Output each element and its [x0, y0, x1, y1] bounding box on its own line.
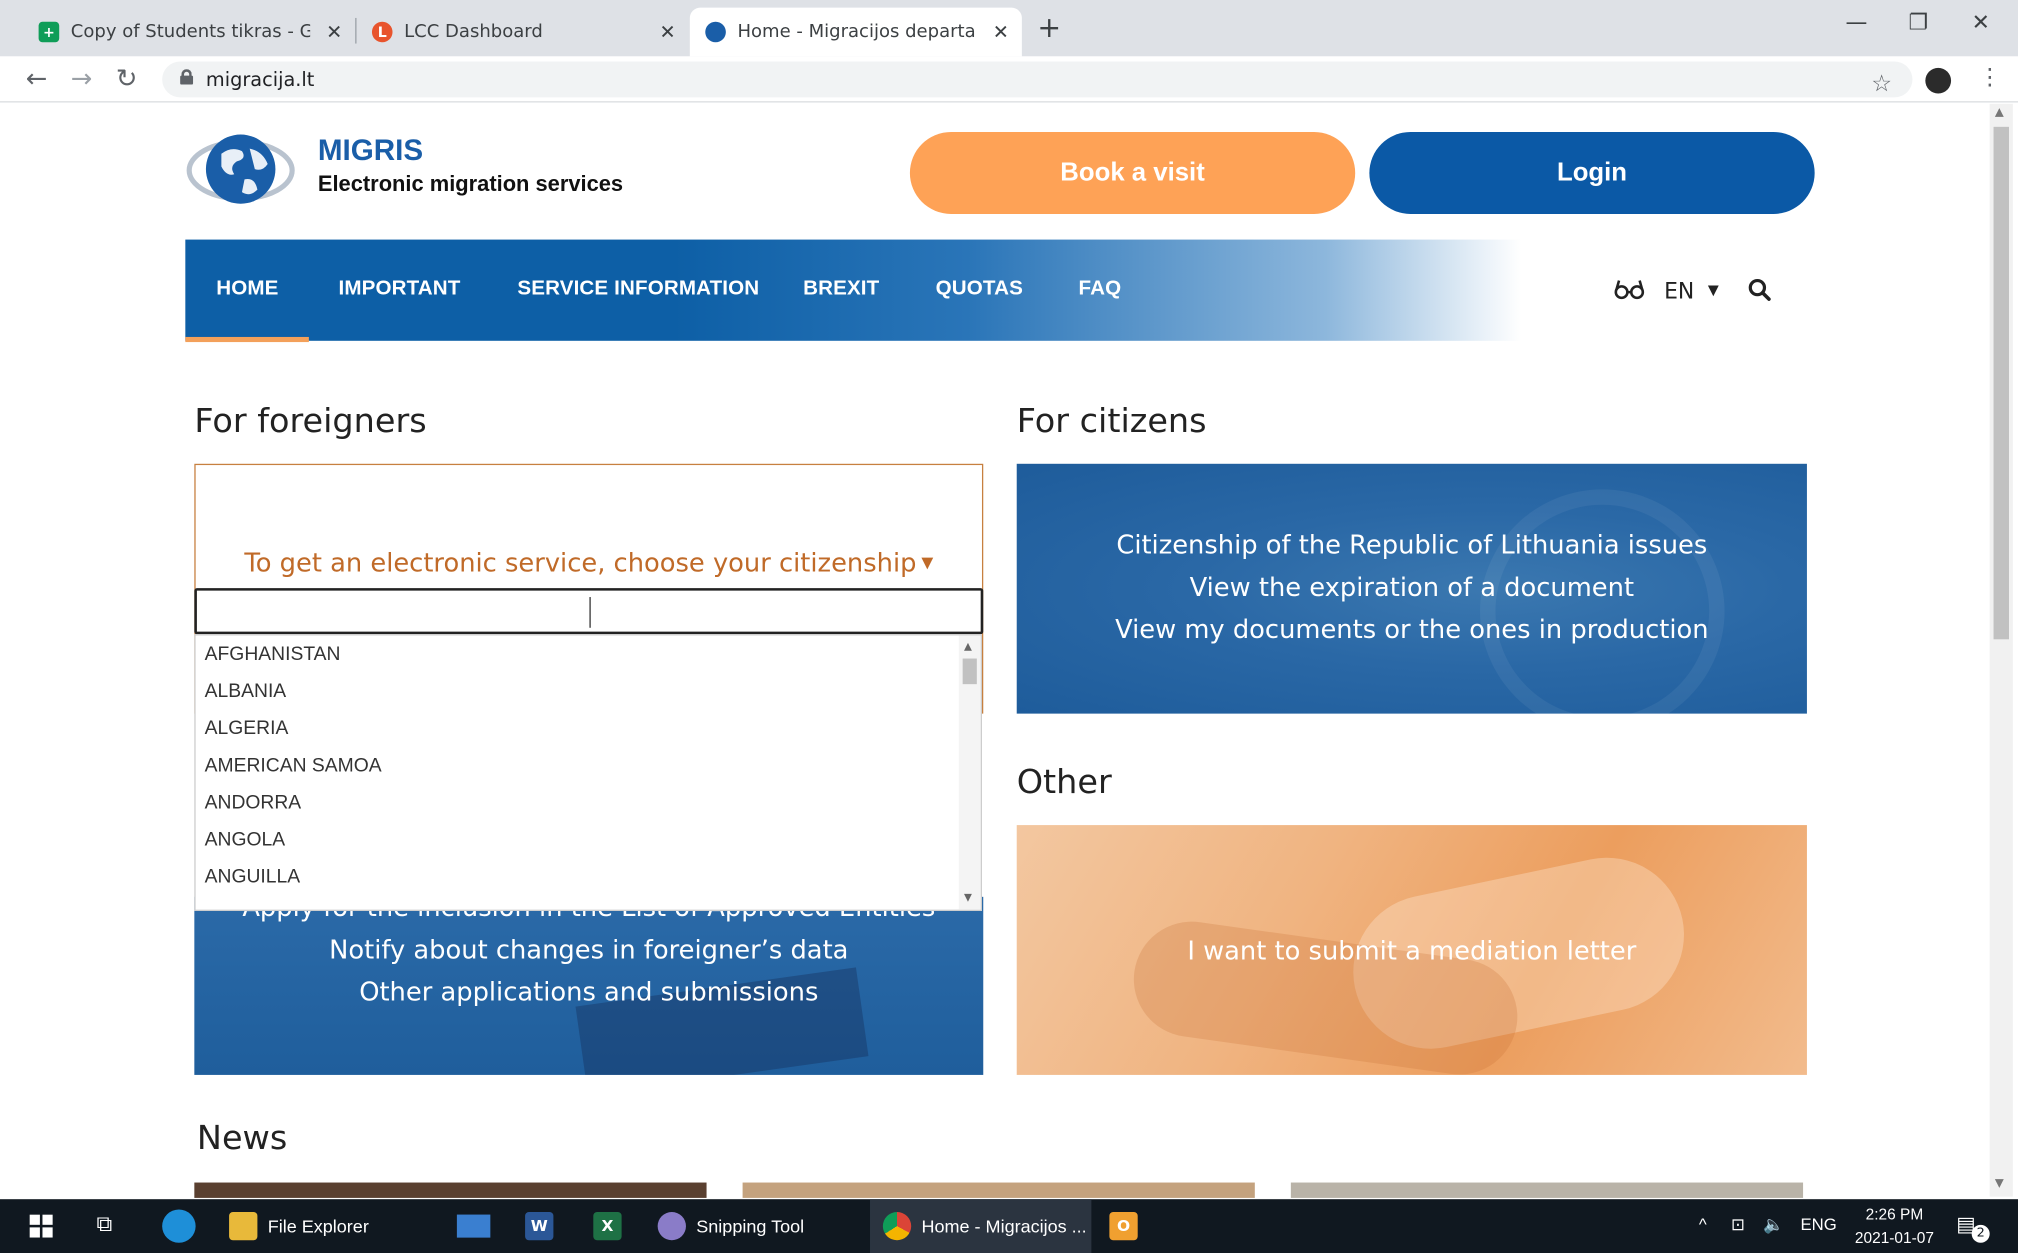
country-option[interactable]: AFGHANISTAN — [205, 643, 341, 665]
country-option[interactable]: ALGERIA — [205, 717, 289, 739]
migris-logo-icon[interactable] — [185, 131, 296, 208]
excel-icon[interactable]: X — [593, 1212, 622, 1241]
outlook-icon[interactable]: O — [1109, 1212, 1138, 1241]
country-option[interactable]: ANDORRA — [205, 792, 302, 814]
dropdown-scroll-thumb[interactable] — [962, 658, 977, 685]
tab-lcc-dashboard[interactable]: L LCC Dashboard ✕ — [356, 8, 688, 57]
back-icon[interactable]: ← — [26, 63, 48, 94]
citizenship-prompt[interactable]: To get an electronic service, choose you… — [196, 547, 982, 578]
close-icon[interactable]: ✕ — [993, 20, 1009, 43]
tray-chevron-up-icon[interactable]: ^ — [1699, 1215, 1707, 1234]
taskbar-clock[interactable]: 2:26 PM 2021-01-07 — [1848, 1203, 1941, 1249]
migris-icon — [705, 21, 726, 43]
citizen-link-citizenship[interactable]: Citizenship of the Republic of Lithuania… — [1017, 529, 1807, 560]
tab-google-sheets[interactable]: + Copy of Students tikras - Google ✕ — [23, 8, 355, 57]
close-icon[interactable]: ✕ — [326, 20, 342, 43]
foreigner-services-panel: Apply for the inclusion in the List of A… — [194, 896, 984, 1075]
lock-icon — [180, 69, 194, 85]
bookmark-star-icon[interactable]: ☆ — [1871, 70, 1892, 97]
notification-count: 2 — [1971, 1224, 1990, 1243]
citizenship-dropdown[interactable]: AFGHANISTAN ALBANIA ALGERIA AMERICAN SAM… — [194, 634, 982, 911]
tab-migracija[interactable]: Home - Migracijos departamenta ✕ — [689, 7, 1022, 57]
dropdown-scrollbar[interactable]: ▲ ▼ — [958, 635, 981, 910]
citizenship-search-input[interactable] — [194, 588, 984, 635]
mediation-letter-link[interactable]: I want to submit a mediation letter — [1017, 935, 1807, 966]
url-text[interactable]: migracija.lt — [206, 68, 314, 91]
sheets-icon: + — [38, 21, 60, 43]
window-close-icon[interactable]: ✕ — [1972, 10, 1990, 36]
brand-tagline: Electronic migration services — [317, 171, 624, 197]
minimize-icon[interactable]: — — [1846, 10, 1868, 36]
news-thumbnail[interactable] — [1290, 1182, 1804, 1198]
task-view-icon[interactable]: ⧉ — [97, 1212, 113, 1238]
login-button[interactable]: Login — [1369, 131, 1815, 214]
edge-icon[interactable] — [162, 1209, 196, 1243]
nav-home[interactable]: HOME — [185, 278, 311, 343]
address-bar[interactable]: migracija.lt ☆ — [162, 61, 1913, 98]
menu-kebab-icon[interactable]: ⋮ — [1978, 64, 2001, 91]
browser-tabstrip: + Copy of Students tikras - Google ✕ L L… — [0, 0, 2018, 57]
page-scrollbar[interactable]: ▲ ▼ — [1989, 103, 2013, 1197]
forward-icon[interactable]: → — [71, 63, 93, 94]
lcc-icon: L — [371, 21, 393, 43]
windows-taskbar: ⧉ File Explorer W X Snipping Tool Home -… — [0, 1199, 2018, 1253]
folder-icon — [229, 1212, 258, 1241]
taskbar-file-explorer[interactable]: File Explorer — [229, 1199, 435, 1253]
restore-icon[interactable]: ❐ — [1909, 10, 1929, 36]
taskbar-snipping-tool[interactable]: Snipping Tool — [657, 1199, 864, 1253]
citizens-panel: Citizenship of the Republic of Lithuania… — [1016, 463, 1807, 714]
reload-icon[interactable]: ↻ — [116, 63, 138, 94]
scroll-up-icon[interactable]: ▲ — [1995, 106, 2004, 119]
language-selector[interactable]: EN — [1664, 279, 1694, 305]
mail-icon[interactable] — [456, 1214, 491, 1238]
country-option[interactable]: ANGUILLA — [205, 866, 300, 888]
new-tab-icon[interactable]: + — [1037, 13, 1061, 45]
taskbar-chrome[interactable]: Home - Migracijos ... — [870, 1199, 1092, 1253]
scroll-down-icon[interactable]: ▼ — [1995, 1177, 2004, 1190]
text-cursor — [589, 597, 591, 628]
network-icon[interactable]: ⊡ — [1731, 1215, 1745, 1235]
profile-avatar[interactable] — [1925, 67, 1952, 94]
nav-faq[interactable]: FAQ — [1078, 278, 1121, 301]
tab-title: LCC Dashboard — [404, 21, 543, 43]
nav-service-information[interactable]: SERVICE INFORMATION — [517, 278, 759, 301]
scissors-icon — [657, 1212, 686, 1241]
citizens-title: For citizens — [1016, 402, 1207, 441]
citizen-link-expiration[interactable]: View the expiration of a document — [1017, 571, 1807, 602]
news-thumbnail[interactable] — [742, 1182, 1255, 1198]
close-icon[interactable]: ✕ — [659, 20, 675, 43]
brand-name[interactable]: MIGRIS — [318, 133, 423, 168]
nav-quotas[interactable]: QUOTAS — [936, 278, 1023, 301]
country-option[interactable]: ANGOLA — [205, 829, 285, 851]
foreigners-title: For foreigners — [194, 402, 427, 441]
accessibility-glasses-icon[interactable] — [1614, 278, 1645, 301]
other-title: Other — [1016, 763, 1112, 803]
scrollbar-thumb[interactable] — [1993, 126, 2009, 640]
main-nav: HOME IMPORTANT SERVICE INFORMATION BREXI… — [185, 239, 1815, 343]
tab-title: Home - Migracijos departamenta — [737, 21, 976, 43]
country-option[interactable]: ALBANIA — [205, 680, 287, 702]
news-thumbnail[interactable] — [194, 1182, 707, 1198]
country-option[interactable]: AMERICAN SAMOA — [205, 755, 382, 777]
book-visit-button[interactable]: Book a visit — [909, 131, 1356, 214]
nav-important[interactable]: IMPORTANT — [338, 278, 460, 301]
windows-start-icon[interactable] — [29, 1214, 53, 1238]
chevron-down-icon[interactable]: ▼ — [1708, 282, 1719, 299]
foreigner-link-notify-changes[interactable]: Notify about changes in foreigner’s data — [194, 934, 983, 965]
word-icon[interactable]: W — [525, 1212, 554, 1241]
tab-title: Copy of Students tikras - Google — [70, 21, 310, 43]
news-title: News — [196, 1119, 288, 1159]
chrome-icon — [882, 1212, 912, 1241]
citizen-link-my-documents[interactable]: View my documents or the ones in product… — [1017, 614, 1807, 645]
browser-toolbar: ← → ↻ migracija.lt ☆ ⋮ — [0, 56, 2018, 103]
other-panel: I want to submit a mediation letter — [1016, 825, 1807, 1075]
scroll-up-icon[interactable]: ▲ — [964, 641, 972, 653]
volume-icon[interactable]: 🔈 — [1763, 1215, 1784, 1235]
caret-down-icon: ▼ — [916, 553, 934, 572]
input-language[interactable]: ENG — [1800, 1215, 1836, 1234]
search-icon[interactable] — [1748, 278, 1771, 301]
foreigner-link-other-applications[interactable]: Other applications and submissions — [194, 976, 983, 1007]
scroll-down-icon[interactable]: ▼ — [964, 892, 972, 904]
nav-brexit[interactable]: BREXIT — [803, 278, 879, 301]
